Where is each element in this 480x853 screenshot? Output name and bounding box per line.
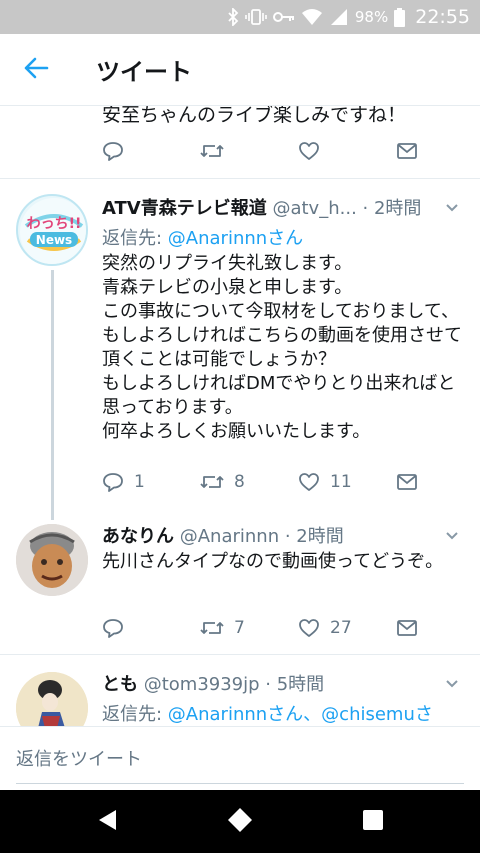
chevron-down-icon	[444, 201, 460, 220]
reply-icon	[102, 141, 124, 161]
user-handle-time: @tom3939jp · 5時間	[138, 674, 325, 695]
previous-tweet-actions	[102, 137, 420, 165]
bluetooth-icon	[227, 8, 239, 26]
system-nav-bar	[0, 790, 480, 853]
avatar[interactable]	[16, 672, 88, 726]
like-count: 11	[330, 472, 352, 492]
thread-line	[51, 270, 54, 520]
reply-to-label: 返信先:	[102, 228, 168, 249]
share-button[interactable]	[396, 614, 418, 642]
user-name[interactable]: ATV青森テレビ報道	[102, 198, 267, 219]
back-button[interactable]	[18, 54, 54, 86]
battery-icon	[394, 7, 406, 27]
retweet-count: 7	[234, 618, 245, 638]
reply-compose-bar: 返信をツイート	[0, 726, 480, 790]
previous-tweet-text: 安至ちゃんのライブ楽しみですね！	[102, 106, 407, 126]
like-button[interactable]: 27	[298, 614, 352, 642]
retweet-icon	[200, 142, 224, 160]
reply-mention[interactable]: @Anarinnnさん	[168, 228, 303, 249]
app-bar: ツイート	[0, 34, 480, 106]
user-name[interactable]: とも	[102, 674, 138, 695]
heart-icon	[298, 472, 320, 492]
tweet-text: 突然のリプライ失礼致します。 青森テレビの小泉と申します。 この事故について今取…	[102, 253, 462, 442]
mail-icon	[396, 142, 418, 160]
status-bar: 98% 22:55	[0, 0, 480, 34]
reply-to-line: 返信先: @Anarinnnさん	[102, 224, 303, 250]
mail-icon	[396, 619, 418, 637]
status-icons: 98% 22:55	[227, 0, 470, 34]
battery-percentage: 98%	[354, 8, 389, 26]
reply-count: 1	[134, 472, 145, 492]
nav-recents-button[interactable]	[358, 808, 388, 836]
divider	[0, 654, 480, 655]
reply-button[interactable]	[102, 614, 124, 642]
avatar[interactable]	[16, 524, 88, 596]
home-circle-icon	[226, 806, 254, 838]
tweet-thread[interactable]: 安至ちゃんのライブ楽しみですね！ わっち!! News ATV青森テレビ報道 @…	[0, 106, 480, 726]
heart-icon	[298, 618, 320, 638]
chevron-down-icon	[444, 529, 460, 548]
like-button[interactable]: 11	[298, 468, 352, 496]
recents-square-icon	[362, 809, 384, 835]
tweet-menu-button[interactable]	[444, 200, 460, 216]
user-handle-time: @atv_h... · 2時間	[266, 198, 422, 219]
like-count: 27	[330, 618, 352, 638]
mail-icon	[396, 473, 418, 491]
divider	[0, 178, 480, 179]
signal-icon	[329, 8, 349, 26]
retweet-count: 8	[234, 472, 245, 492]
vibrate-icon	[245, 8, 267, 26]
nav-back-button[interactable]	[92, 808, 122, 836]
tweet-header: ATV青森テレビ報道 @atv_h... · 2時間	[102, 194, 421, 220]
retweet-icon	[200, 473, 224, 491]
reply-to-line: 返信先: @Anarinnnさん、@chisemuさ	[102, 700, 433, 726]
status-clock: 22:55	[415, 6, 470, 28]
reply-mention[interactable]: @Anarinnnさん、@chisemuさ	[168, 704, 433, 725]
reply-to-label: 返信先:	[102, 704, 168, 725]
wifi-icon	[301, 8, 323, 26]
tweet-header: とも @tom3939jp · 5時間	[102, 670, 324, 696]
reply-button[interactable]	[102, 137, 124, 165]
reply-icon	[102, 472, 124, 492]
chevron-down-icon	[444, 677, 460, 696]
tweet-menu-button[interactable]	[444, 528, 460, 544]
tweet-header: あなりん @Anarinnn · 2時間	[102, 522, 344, 548]
tweet-actions: 1 8 11	[102, 468, 420, 496]
share-button[interactable]	[396, 468, 418, 496]
retweet-button[interactable]	[200, 137, 224, 165]
share-button[interactable]	[396, 137, 418, 165]
avatar[interactable]: わっち!! News	[16, 194, 88, 266]
nav-home-button[interactable]	[225, 808, 255, 836]
retweet-button[interactable]: 7	[200, 614, 245, 642]
tweet-text: 先川さんタイプなので動画使ってどうぞ。	[102, 551, 444, 572]
key-icon	[272, 10, 295, 24]
tweet-actions: 7 27	[102, 614, 420, 642]
tweet-menu-button[interactable]	[444, 676, 460, 692]
avatar-logo-text-1: わっち!!	[27, 216, 82, 232]
reply-button[interactable]: 1	[102, 468, 145, 496]
user-handle-time: @Anarinnn · 2時間	[174, 526, 344, 547]
like-button[interactable]	[298, 137, 320, 165]
reply-icon	[102, 618, 124, 638]
back-triangle-icon	[96, 808, 118, 836]
user-name[interactable]: あなりん	[102, 526, 174, 547]
retweet-button[interactable]: 8	[200, 468, 245, 496]
heart-icon	[298, 141, 320, 161]
retweet-icon	[200, 619, 224, 637]
page-title: ツイート	[96, 58, 192, 86]
arrow-left-icon	[23, 57, 49, 83]
avatar-logo-text-2: News	[36, 233, 72, 247]
input-underline	[16, 783, 464, 784]
reply-input[interactable]: 返信をツイート	[16, 745, 142, 771]
